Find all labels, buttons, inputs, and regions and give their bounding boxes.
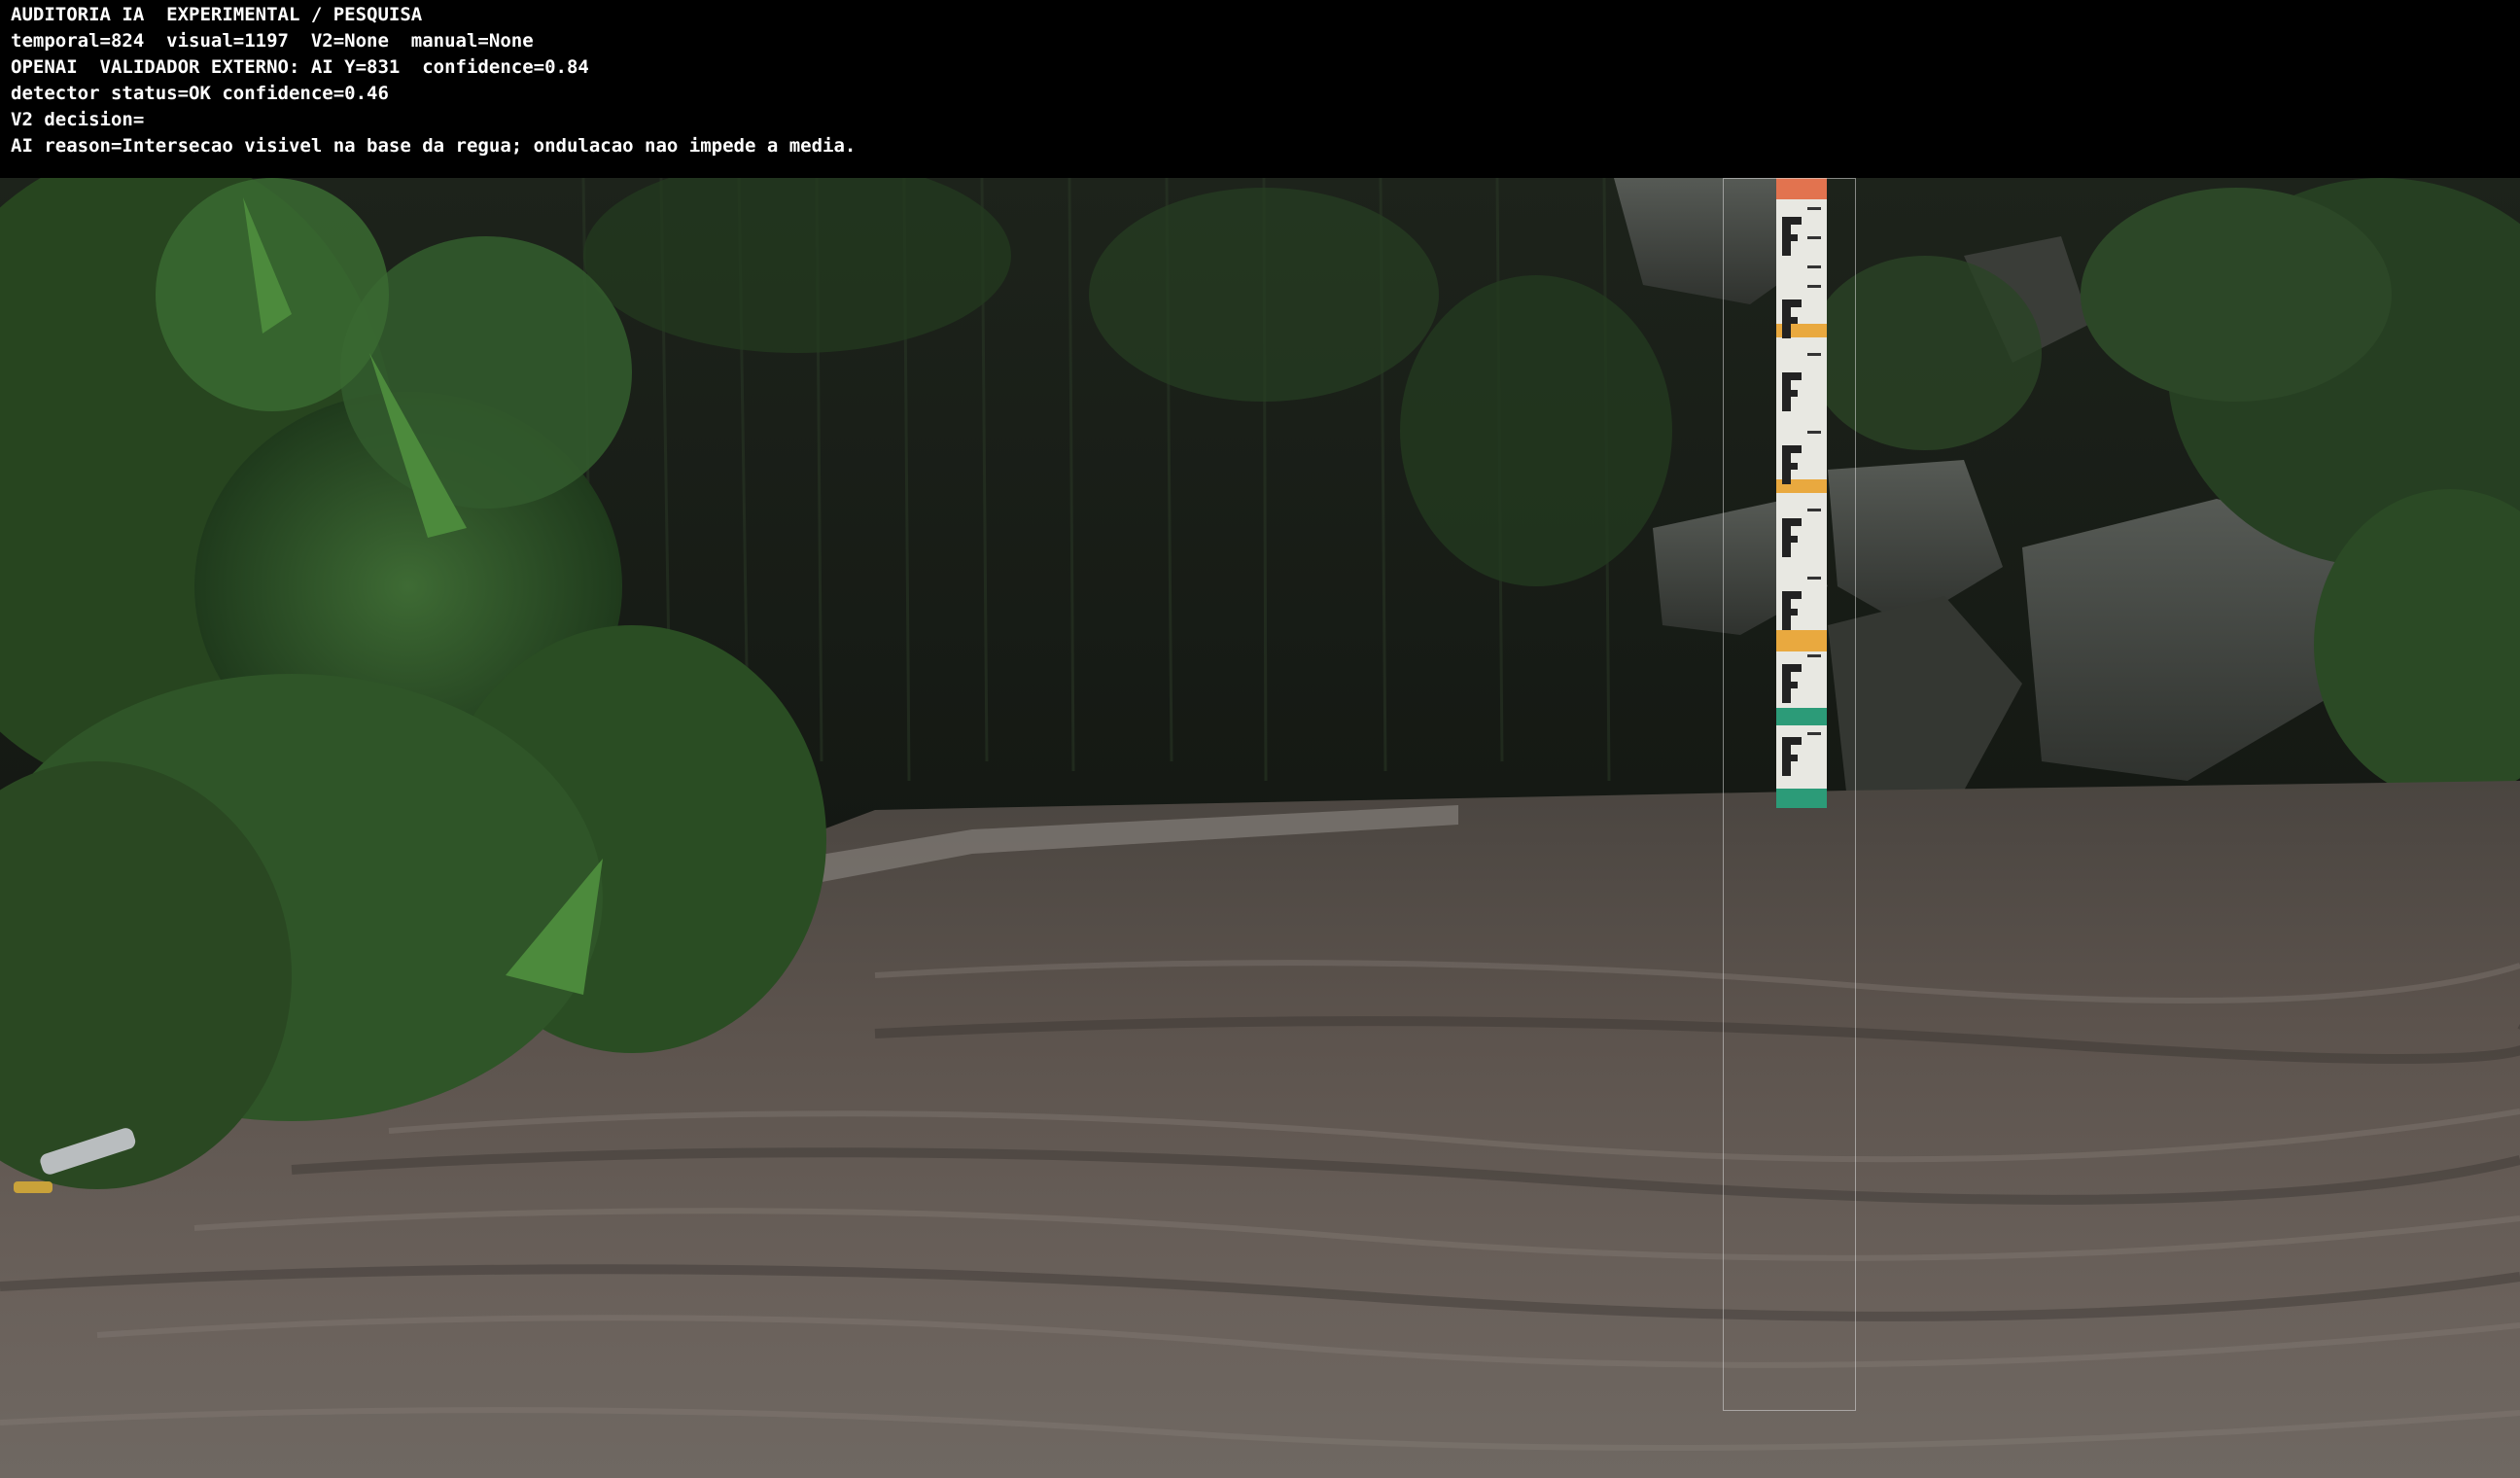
overlay-line-decision: V2 decision= bbox=[11, 109, 145, 130]
overlay-title: AUDITORIA IA EXPERIMENTAL / PESQUISA bbox=[11, 4, 423, 25]
overlay-line-readings: temporal=824 visual=1197 V2=None manual=… bbox=[11, 30, 534, 52]
overlay-line-reason: AI reason=Intersecao visivel na base da … bbox=[11, 135, 857, 157]
audit-overlay-panel: AUDITORIA IA EXPERIMENTAL / PESQUISA tem… bbox=[0, 0, 2520, 178]
overlay-line-detector: detector status=OK confidence=0.46 bbox=[11, 83, 389, 104]
camera-frame bbox=[0, 178, 2520, 1478]
staff-gauge-icon bbox=[1776, 178, 1827, 808]
overlay-line-validator: OPENAI VALIDADOR EXTERNO: AI Y=831 confi… bbox=[11, 56, 589, 78]
